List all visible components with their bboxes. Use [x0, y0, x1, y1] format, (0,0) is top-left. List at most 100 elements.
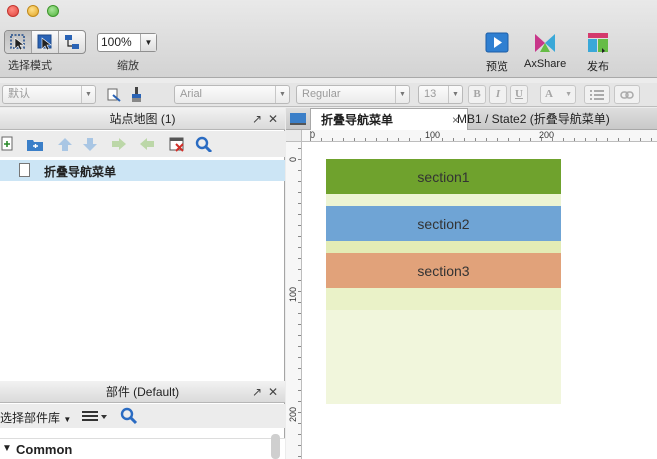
ruler-tick: [442, 138, 443, 141]
font-weight-select[interactable]: Regular ▼: [296, 85, 410, 104]
move-down-icon[interactable]: [81, 136, 99, 152]
font-size-select[interactable]: 13 ▼: [418, 85, 463, 104]
widgets-scrollbar[interactable]: [271, 434, 280, 459]
ruler-tick: [541, 138, 542, 141]
ruler-tick: [332, 138, 333, 141]
ruler-tick: [310, 131, 311, 141]
zoom-select[interactable]: 100% ▼: [97, 33, 157, 52]
ruler-tick: [298, 148, 301, 149]
sitemap-title: 站点地图 (1): [109, 112, 176, 126]
close-panel-icon[interactable]: ✕: [268, 381, 278, 403]
sitemap-header: 站点地图 (1) ↗ ✕: [0, 108, 285, 130]
ruler-tick: [298, 445, 301, 446]
bullet-list-icon: [590, 90, 604, 100]
delete-page-icon[interactable]: [168, 136, 186, 152]
brush-icon[interactable]: [129, 86, 145, 103]
page-overview-icon[interactable]: [289, 112, 307, 126]
sitemap-toolbar: [0, 131, 285, 157]
italic-button[interactable]: I: [489, 85, 507, 104]
bullet-list-button[interactable]: [584, 85, 610, 104]
ruler-tick: [298, 379, 301, 380]
ruler-tick: [453, 138, 454, 141]
section1-panel[interactable]: section1: [326, 159, 561, 194]
search-icon[interactable]: [120, 407, 138, 425]
menu-icon[interactable]: [82, 409, 108, 423]
ruler-tick: [298, 225, 301, 226]
editor-tabs: 折叠导航菜单 × MB1 / State2 (折叠导航菜单): [286, 108, 657, 130]
select-contained-icon: [37, 34, 52, 51]
search-icon[interactable]: [195, 136, 213, 152]
add-page-icon[interactable]: [0, 136, 18, 152]
section2-panel[interactable]: section2: [326, 206, 561, 241]
indent-icon[interactable]: [110, 136, 128, 152]
publish-button[interactable]: 发布: [586, 32, 610, 74]
select-mode-label: 选择模式: [8, 60, 52, 72]
widget-group-common[interactable]: ▼ Common: [0, 438, 285, 459]
ruler-tick: [552, 138, 553, 141]
ruler-tick: [365, 138, 366, 141]
ruler-tick: [563, 138, 564, 141]
ruler-tick: [420, 138, 421, 141]
page-label: 折叠导航菜单: [44, 165, 117, 179]
ruler-tick: [629, 138, 630, 141]
ruler-tick: [298, 346, 301, 347]
zoom-window-button[interactable]: [47, 5, 59, 17]
page-icon: [19, 163, 30, 177]
ruler-tick: [298, 423, 301, 424]
select-contained-button[interactable]: [32, 31, 59, 53]
ruler-tick: [618, 138, 619, 141]
pop-out-icon[interactable]: ↗: [252, 381, 262, 403]
ruler-tick: [298, 159, 301, 160]
ruler-tick: [298, 313, 301, 314]
chevron-down-icon: ▼: [140, 34, 156, 51]
app-window: 选择模式 100% ▼ 缩放 预览 AxShare 发布 默认 ▼ Arial …: [0, 0, 657, 459]
axshare-icon: [535, 34, 556, 52]
format-painter-icon[interactable]: [106, 87, 122, 103]
tab-mb1-state2[interactable]: MB1 / State2 (折叠导航菜单): [451, 108, 657, 130]
ruler-tick: [298, 335, 301, 336]
close-panel-icon[interactable]: ✕: [268, 108, 278, 130]
connector-mode-button[interactable]: [59, 31, 85, 53]
bold-button[interactable]: B: [468, 85, 486, 104]
tab-collapse-menu[interactable]: 折叠导航菜单 ×: [310, 108, 468, 130]
ruler-tick: [298, 401, 301, 402]
link-icon: [620, 91, 634, 99]
ruler-tick: [298, 280, 301, 281]
outdent-icon[interactable]: [138, 136, 156, 152]
font-family-select[interactable]: Arial ▼: [174, 85, 290, 104]
ruler-tick: [298, 247, 301, 248]
ruler-tick: [298, 203, 301, 204]
ruler-tick: [343, 138, 344, 141]
pop-out-icon[interactable]: ↗: [252, 108, 262, 130]
connector-icon: [65, 35, 79, 49]
ruler-h-label: 100: [425, 130, 441, 140]
ruler-tick: [298, 434, 301, 435]
ruler-tick: [298, 258, 301, 259]
design-canvas[interactable]: 0 100 200 0 100 200 section1 section2 sectio…: [286, 130, 657, 459]
library-select[interactable]: 选择部件库 ▼: [0, 409, 71, 426]
style-select[interactable]: 默认 ▼: [2, 85, 96, 104]
select-mode-segment: [4, 30, 86, 54]
link-button[interactable]: [614, 85, 640, 104]
close-window-button[interactable]: [7, 5, 19, 17]
ruler-tick: [387, 138, 388, 141]
move-up-icon[interactable]: [56, 136, 74, 152]
sitemap-page-item[interactable]: 折叠导航菜单: [0, 160, 285, 181]
ruler-tick: [298, 192, 301, 193]
underline-button[interactable]: U: [510, 85, 528, 104]
ruler-tick: [321, 138, 322, 141]
select-intersected-button[interactable]: [5, 31, 32, 53]
ruler-tick: [298, 170, 301, 171]
select-intersected-icon: [10, 34, 25, 51]
canvas-gap: [326, 147, 561, 153]
publish-icon: [588, 33, 608, 53]
ruler-v-label: 200: [288, 406, 298, 422]
zoom-value: 100%: [101, 35, 132, 49]
section3-panel[interactable]: section3: [326, 253, 561, 288]
preview-button[interactable]: 预览: [485, 32, 509, 74]
minimize-window-button[interactable]: [27, 5, 39, 17]
content-area-lower: [326, 357, 561, 404]
axshare-button[interactable]: AxShare: [524, 32, 566, 70]
text-color-button[interactable]: A ▼: [540, 85, 576, 104]
add-folder-icon[interactable]: [26, 136, 44, 152]
